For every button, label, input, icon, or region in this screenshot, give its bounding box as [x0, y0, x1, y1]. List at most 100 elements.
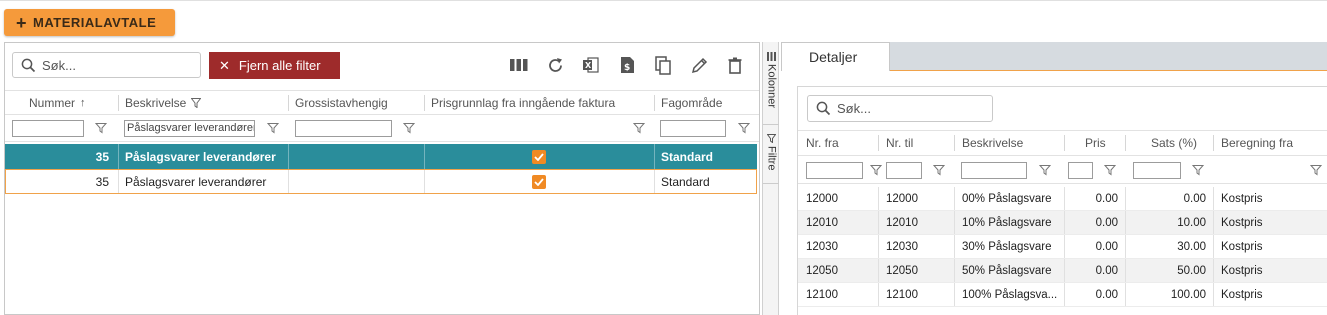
details-search-input[interactable]: Søk... [807, 95, 993, 122]
cell-nr-til: 12030 [886, 240, 918, 253]
add-materialavtale-button[interactable]: + MATERIALAVTALE [4, 9, 175, 36]
excel-export-icon[interactable]: X [573, 53, 609, 77]
column-separator [954, 135, 955, 151]
grid-side-tabs: Kolonner Filtre [762, 42, 779, 315]
column-header-pris[interactable]: Pris [1085, 131, 1106, 155]
trash-icon[interactable] [717, 53, 753, 77]
cell-pris: 0.00 [1095, 192, 1118, 205]
filter-icon[interactable] [870, 164, 882, 176]
clear-all-filters-button[interactable]: ✕ Fjern alle filter [209, 52, 340, 79]
top-toolbar: + MATERIALAVTALE [0, 0, 1327, 42]
search-input[interactable]: Søk... [12, 52, 201, 78]
cell-divider [954, 235, 955, 258]
column-header-sats[interactable]: Sats (%) [1151, 131, 1197, 155]
sort-asc-icon: ↑ [80, 96, 86, 109]
column-header-fagomrade[interactable]: Fagområde [661, 91, 722, 114]
cell-pris: 0.00 [1095, 216, 1118, 229]
grid-header: Nummer ↑ Beskrivelse Grossistavhengig Pr… [5, 90, 759, 115]
filter-icon[interactable] [403, 122, 415, 134]
column-separator [878, 135, 879, 151]
search-placeholder: Søk... [42, 57, 76, 73]
table-row[interactable]: 12050 12050 50% Påslagsvare 0.00 50.00 K… [798, 259, 1327, 283]
filters-side-tab[interactable]: Filtre [763, 134, 780, 170]
plus-icon: + [16, 12, 28, 33]
table-row[interactable]: 12100 12100 100% Påslagsva... 0.00 100.0… [798, 283, 1327, 307]
filter-icon[interactable] [633, 122, 645, 134]
table-row[interactable]: 35 Påslagsvarer leverandører Standard [5, 169, 757, 194]
column-header-grossistavhengig[interactable]: Grossistavhengig [295, 91, 388, 114]
column-header-beskrivelse[interactable]: Beskrivelse [125, 91, 202, 114]
filter-input-beskrivelse[interactable] [961, 162, 1027, 179]
column-header-prisgrunnlag[interactable]: Prisgrunnlag fra inngående faktura [431, 91, 615, 114]
clear-filter-label: Fjern alle filter [238, 58, 321, 73]
column-header-beskrivelse[interactable]: Beskrivelse [962, 131, 1023, 155]
cell-nr-fra: 12010 [806, 216, 838, 229]
cell-fagomrade: Standard [661, 149, 714, 164]
filter-icon[interactable] [933, 164, 945, 176]
column-header-beregning-fra[interactable]: Beregning fra [1221, 131, 1293, 155]
table-row[interactable]: 12030 12030 30% Påslagsvare 0.00 30.00 K… [798, 235, 1327, 259]
column-header-nummer[interactable]: Nummer ↑ [29, 91, 86, 114]
filter-icon[interactable] [1104, 164, 1116, 176]
details-grid: Søk... Nr. fra Nr. til Beskrivelse Pris … [797, 86, 1327, 315]
cell-divider [1213, 211, 1214, 234]
checkbox-prisgrunnlag[interactable] [532, 170, 546, 193]
filter-icon[interactable] [1192, 164, 1204, 176]
search-placeholder: Søk... [837, 101, 871, 116]
cell-beregning-fra: Kostpris [1221, 216, 1263, 229]
cell-divider [878, 235, 879, 258]
cell-nummer: 35 [95, 149, 109, 164]
cell-divider [878, 211, 879, 234]
filter-icon[interactable] [1039, 164, 1051, 176]
cell-nr-fra: 12050 [806, 264, 838, 277]
details-filter-row [798, 157, 1327, 184]
filter-input-nr-fra[interactable] [806, 162, 863, 179]
cell-divider [1213, 235, 1214, 258]
cell-divider [424, 144, 425, 169]
cell-divider [954, 211, 955, 234]
table-row[interactable]: 12000 12000 00% Påslagsvare 0.00 0.00 Ko… [798, 187, 1327, 211]
cell-divider [1213, 187, 1214, 210]
column-separator [1064, 135, 1065, 151]
close-icon: ✕ [219, 57, 230, 73]
filter-input-sats[interactable] [1133, 162, 1181, 179]
filter-icon[interactable] [95, 122, 107, 134]
columns-icon[interactable] [501, 53, 537, 77]
tab-divider [763, 183, 779, 184]
table-row[interactable]: 12010 12010 10% Påslagsvare 0.00 10.00 K… [798, 211, 1327, 235]
filter-input-nr-til[interactable] [886, 162, 922, 179]
column-label: Nummer [29, 95, 76, 110]
column-header-nr-til[interactable]: Nr. til [886, 131, 913, 155]
filter-icon[interactable] [1310, 164, 1322, 176]
column-header-nr-fra[interactable]: Nr. fra [806, 131, 839, 155]
cell-pris: 0.00 [1095, 264, 1118, 277]
columns-side-tab[interactable]: Kolonner [763, 52, 780, 108]
cell-divider [1213, 283, 1214, 306]
filter-input-grossistavhengig[interactable] [295, 120, 392, 137]
cell-nr-fra: 12000 [806, 192, 838, 205]
cell-nummer: 35 [95, 174, 109, 189]
column-separator [1125, 135, 1126, 151]
filter-input-nummer[interactable] [12, 120, 84, 137]
cell-sats: 10.00 [1177, 216, 1206, 229]
cell-divider [878, 187, 879, 210]
cell-divider [118, 144, 119, 169]
column-separator [654, 95, 655, 111]
cell-divider [954, 187, 955, 210]
document-dollar-icon[interactable]: $ [609, 53, 645, 77]
refresh-icon[interactable] [537, 53, 573, 77]
filter-input-fagomrade[interactable] [660, 120, 726, 137]
cell-pris: 0.00 [1095, 288, 1118, 301]
tab-detaljer[interactable]: Detaljer [781, 42, 890, 71]
copy-icon[interactable] [645, 53, 681, 77]
filter-icon[interactable] [267, 122, 279, 134]
add-button-label: MATERIALAVTALE [33, 15, 157, 30]
filter-input-pris[interactable] [1068, 162, 1093, 179]
edit-pencil-icon[interactable] [681, 53, 717, 77]
filter-icon[interactable] [738, 122, 750, 134]
grid-toolbar: X $ [501, 53, 753, 77]
table-row[interactable]: 35 Påslagsvarer leverandører Standard [5, 144, 757, 169]
filter-input-beskrivelse[interactable]: Påslagsvarer leverandører [124, 120, 255, 137]
checkbox-prisgrunnlag[interactable] [532, 144, 546, 169]
cell-divider [288, 170, 289, 193]
